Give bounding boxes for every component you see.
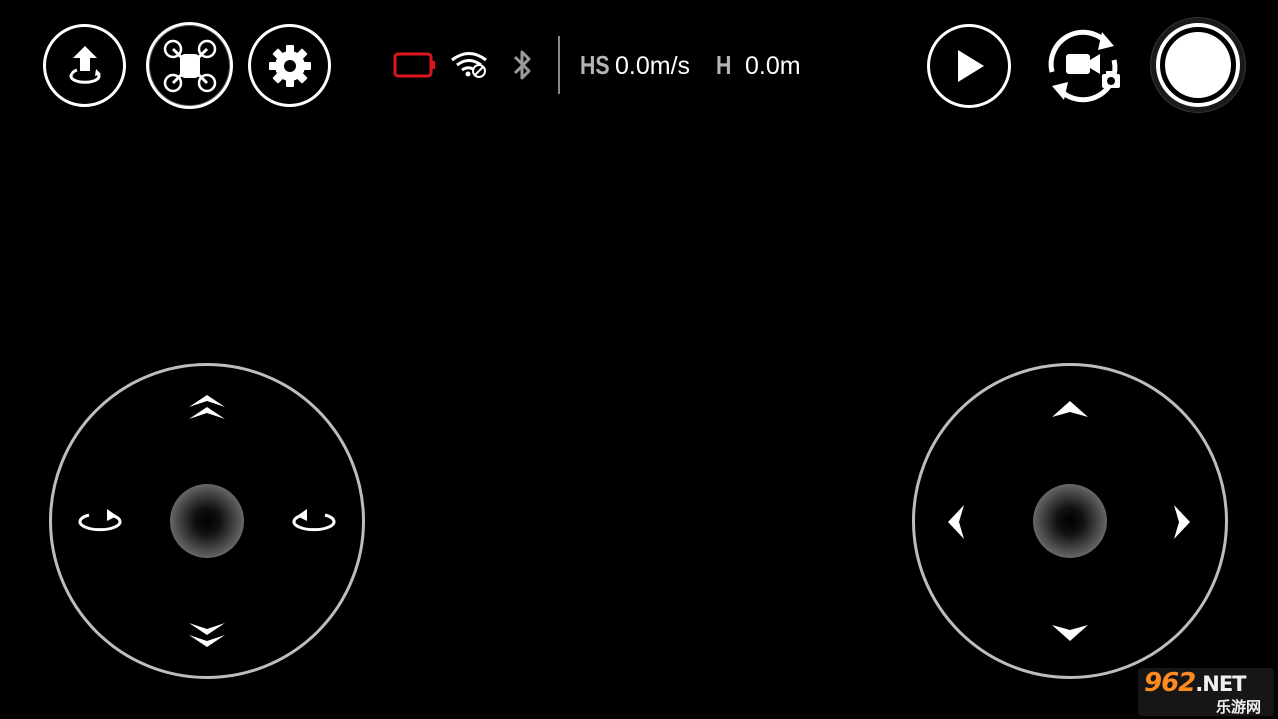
watermark-number: 962	[1144, 668, 1196, 698]
watermark-suffix: .NET	[1195, 672, 1246, 696]
takeoff-button[interactable]	[43, 24, 126, 107]
rotate-right-icon	[292, 509, 336, 532]
wifi-disconnected-icon	[451, 52, 487, 78]
rotate-left-icon	[78, 509, 122, 532]
drone-mode-button[interactable]	[146, 22, 233, 109]
backward-icon	[1052, 625, 1088, 641]
watermark-logo: 962.NET	[1144, 668, 1247, 698]
right-icon	[1174, 505, 1190, 539]
horizontal-speed-value: 0.0m/s	[615, 52, 691, 80]
gear-icon	[268, 44, 311, 87]
right-joystick-knob[interactable]	[1033, 484, 1107, 558]
left-joystick[interactable]	[49, 363, 365, 679]
ascend-icon	[189, 395, 225, 419]
settings-button[interactable]	[248, 24, 331, 107]
left-icon	[948, 505, 964, 539]
height-label: H	[716, 50, 732, 80]
video-camera-switch-icon	[1048, 29, 1120, 103]
height-value: 0.0m	[745, 52, 801, 80]
drone-icon	[163, 39, 216, 92]
descend-icon	[189, 623, 225, 647]
camera-mode-switch-button[interactable]	[1040, 24, 1126, 108]
bluetooth-icon	[513, 50, 531, 80]
watermark-subtitle: 乐游网	[1216, 698, 1262, 716]
left-joystick-knob[interactable]	[170, 484, 244, 558]
battery-empty-icon	[393, 52, 435, 78]
play-icon	[958, 50, 984, 82]
status-divider	[558, 36, 560, 94]
shutter-core	[1165, 32, 1231, 98]
playback-button[interactable]	[927, 24, 1011, 108]
horizontal-speed-label: HS	[580, 50, 610, 80]
shutter-ring	[1156, 23, 1240, 107]
shutter-button[interactable]	[1150, 17, 1246, 113]
right-joystick[interactable]	[912, 363, 1228, 679]
takeoff-icon	[69, 45, 101, 84]
forward-icon	[1052, 401, 1088, 417]
site-watermark: 962.NET 乐游网	[1138, 668, 1274, 716]
